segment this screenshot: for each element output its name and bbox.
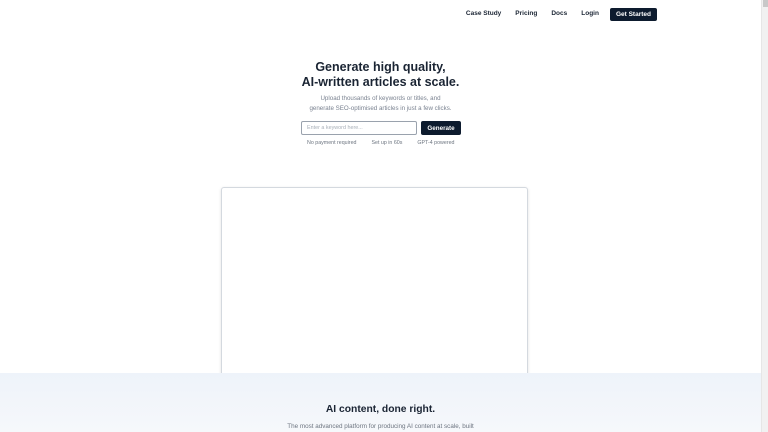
feature-setup-time: Set up in 60s [371,140,403,146]
demo-video-frame[interactable] [221,187,528,387]
page-scrollbar[interactable] [761,0,768,432]
features-section: AI content, done right. The most advance… [0,373,761,432]
hero-title-line2: AI-written articles at scale. [301,74,460,89]
top-nav: Case Study Pricing Docs Login Get Starte… [466,7,657,21]
nav-case-study[interactable]: Case Study [466,7,501,21]
landing-page: Case Study Pricing Docs Login Get Starte… [0,0,761,432]
section-subtitle: The most advanced platform for producing… [287,423,474,430]
hero-subtitle-line2: generate SEO-optimised articles in just … [309,104,452,112]
hero-title-line1: Generate high quality, [315,60,446,74]
keyword-form: Generate [301,121,461,135]
feature-gpt4: GPT-4 powered [417,140,455,146]
scrollbar-thumb[interactable] [763,0,768,7]
nav-login[interactable]: Login [581,7,599,21]
nav-pricing[interactable]: Pricing [515,7,537,21]
nav-docs[interactable]: Docs [551,7,567,21]
hero-title: Generate high quality, AI-written articl… [0,60,761,89]
hero-subtitle-line1: Upload thousands of keywords or titles, … [320,95,441,102]
get-started-button[interactable]: Get Started [609,7,657,21]
hero-subtitle: Upload thousands of keywords or titles, … [0,94,761,113]
keyword-input[interactable] [301,121,417,135]
section-title: AI content, done right. [325,404,436,415]
generate-button[interactable]: Generate [421,121,461,135]
feature-list: No payment required Set up in 60s GPT-4 … [307,140,455,146]
feature-no-payment: No payment required [307,140,357,146]
